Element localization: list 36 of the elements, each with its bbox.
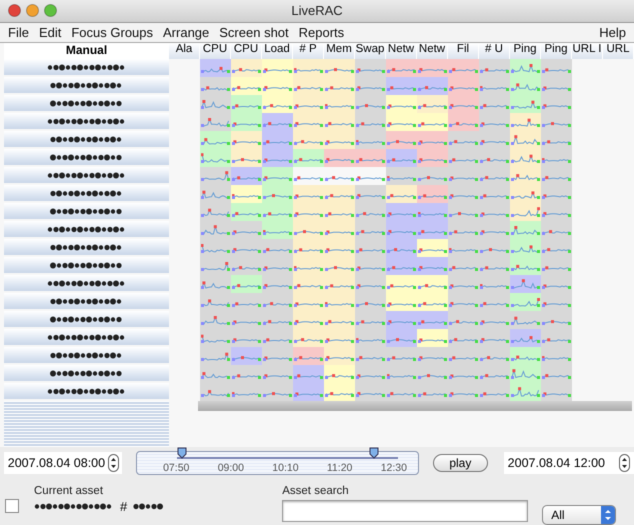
column-header[interactable]: Mem	[324, 43, 355, 60]
start-time-field[interactable]: 2007.08.04 08:00	[4, 452, 122, 474]
column-header[interactable]: # U	[479, 43, 510, 60]
menu-item[interactable]: Reports	[294, 25, 348, 40]
column-header[interactable]: CPU	[200, 43, 231, 60]
filter-dropdown[interactable]: All	[542, 505, 616, 525]
current-asset-label: Current asset	[34, 485, 104, 497]
column-header[interactable]: # P	[293, 43, 324, 60]
tick-label: 11:20	[326, 462, 352, 474]
column-header[interactable]: Load	[262, 43, 293, 60]
play-button[interactable]: play	[433, 454, 488, 472]
tick-label: 12:30	[380, 462, 407, 474]
column-header[interactable]: URL	[603, 43, 634, 60]
tick-label: 10:10	[272, 462, 299, 474]
menu-item[interactable]: Arrange	[159, 25, 214, 40]
menu-item[interactable]: Help	[595, 25, 630, 40]
column-header[interactable]: Netw	[386, 43, 417, 60]
asset-search-label: Asset search	[282, 485, 350, 497]
column-header[interactable]: URL I	[572, 43, 603, 60]
menu-item[interactable]: Focus Groups	[67, 25, 158, 40]
column-header[interactable]: Ping	[510, 43, 541, 60]
column-header[interactable]: Ala	[169, 43, 200, 60]
menu-item[interactable]: File	[4, 25, 33, 40]
menu-item[interactable]: Edit	[34, 25, 66, 40]
window-title: LiveRAC	[291, 3, 343, 18]
column-header[interactable]: Swap	[355, 43, 386, 60]
column-header: Manual	[4, 43, 169, 60]
tick-label: 09:00	[218, 462, 244, 474]
menu-item[interactable]: Screen shot	[215, 25, 293, 40]
end-time-field[interactable]: 2007.08.04 12:00	[504, 452, 634, 474]
tick-label: 07:50	[163, 462, 190, 474]
column-header[interactable]: CPU	[231, 43, 262, 60]
hash-label: #	[120, 499, 128, 514]
column-header[interactable]: Netw	[417, 43, 448, 60]
column-header[interactable]: Fil	[448, 43, 479, 60]
column-header[interactable]: Ping	[541, 43, 572, 60]
